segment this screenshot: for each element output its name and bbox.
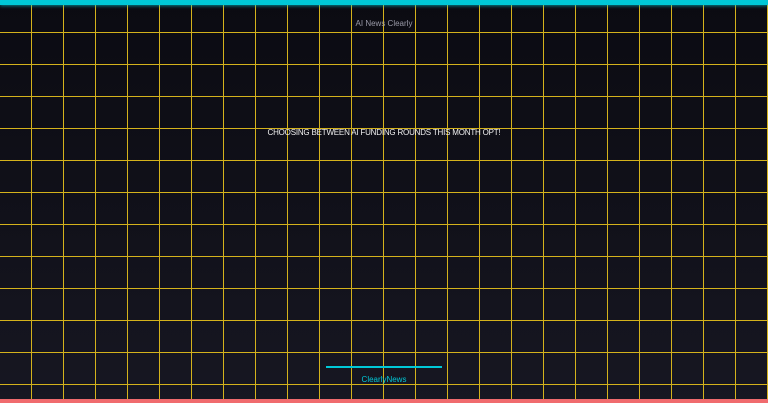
slide-canvas: AI News Clearly CHOOSING BETWEEN AI FUND… [0,0,768,403]
background-grid [0,0,768,403]
bottom-accent-bar [0,399,768,403]
brand-title: AI News Clearly [355,19,413,28]
footer-brand: ClearlyNews [361,375,407,384]
top-accent-bar [0,0,768,5]
footer-divider [326,366,442,368]
headline: CHOOSING BETWEEN AI FUNDING ROUNDS THIS … [267,128,501,137]
